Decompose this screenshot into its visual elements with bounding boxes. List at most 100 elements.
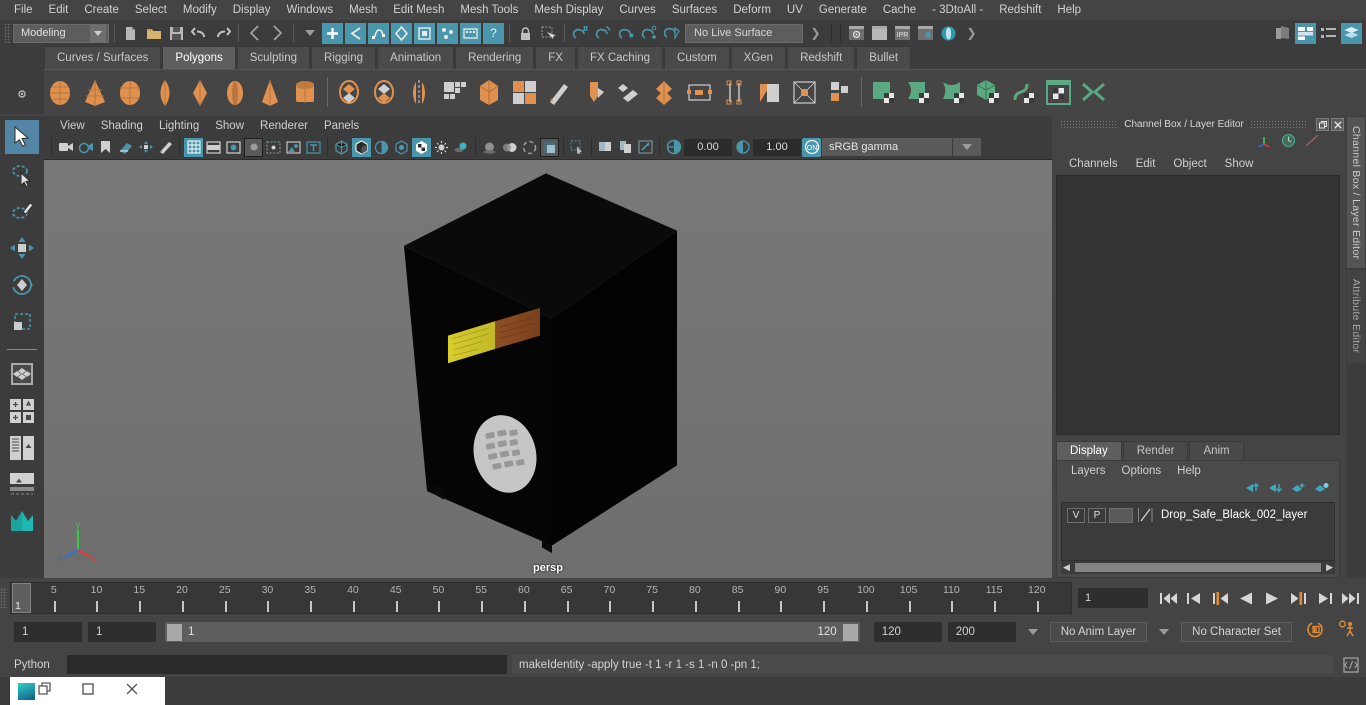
layer-list-item[interactable]: V P Drop_Safe_Black_002_layer bbox=[1062, 506, 1334, 524]
menu-item-surfaces[interactable]: Surfaces bbox=[664, 2, 725, 18]
poly-cylinder-icon[interactable] bbox=[149, 76, 182, 109]
motion-blur-icon[interactable] bbox=[500, 138, 519, 157]
persp-graph-layout-button[interactable] bbox=[5, 468, 39, 502]
poly-transfer-uvs-icon[interactable] bbox=[788, 76, 821, 109]
uv-spherical-map-icon[interactable] bbox=[937, 76, 970, 109]
render-current-frame-icon[interactable] bbox=[846, 23, 867, 44]
scroll-right-icon[interactable]: ▶ bbox=[1324, 562, 1335, 573]
shelf-tab-bullet[interactable]: Bullet bbox=[856, 46, 912, 69]
live-surface-field[interactable]: No Live Surface bbox=[685, 23, 803, 43]
command-input[interactable] bbox=[67, 655, 507, 674]
go-to-start-icon[interactable] bbox=[1158, 588, 1178, 608]
menu-item-deform[interactable]: Deform bbox=[725, 2, 779, 18]
channel-box-toggle-icon[interactable] bbox=[1341, 22, 1362, 44]
menu-item-help[interactable]: Help bbox=[1049, 2, 1089, 18]
uv-planar-map-icon[interactable] bbox=[867, 76, 900, 109]
layer-menu-help[interactable]: Help bbox=[1169, 464, 1209, 478]
poly-cube-icon[interactable] bbox=[114, 76, 147, 109]
uv-cylindrical-map-icon[interactable] bbox=[902, 76, 935, 109]
shelf-tab-redshift[interactable]: Redshift bbox=[787, 46, 856, 69]
shelf-tab-xgen[interactable]: XGen bbox=[730, 46, 787, 69]
play-forwards-icon[interactable] bbox=[1262, 588, 1282, 608]
script-editor-icon[interactable] bbox=[1342, 656, 1360, 674]
vertical-tab-attribute-editor[interactable]: Attribute Editor bbox=[1346, 269, 1366, 364]
poly-quad-draw-icon[interactable] bbox=[823, 76, 856, 109]
isolate-select-icon[interactable] bbox=[540, 137, 559, 157]
viewport-menu-panels[interactable]: Panels bbox=[316, 119, 367, 133]
image-plane-icon[interactable] bbox=[116, 138, 135, 157]
xray-icon[interactable] bbox=[568, 138, 587, 157]
menu-item-edit[interactable]: Edit bbox=[41, 2, 77, 18]
range-start-handle[interactable] bbox=[167, 623, 182, 641]
shelf-tab-rendering[interactable]: Rendering bbox=[455, 46, 535, 69]
menu-item-create[interactable]: Create bbox=[76, 2, 127, 18]
menu-item-file[interactable]: File bbox=[6, 2, 41, 18]
layer-tab-render[interactable]: Render bbox=[1122, 441, 1189, 460]
auto-keyframe-icon[interactable] bbox=[1306, 620, 1326, 644]
poly-mirror-icon[interactable] bbox=[403, 76, 436, 109]
shelf-tab-custom[interactable]: Custom bbox=[664, 46, 730, 69]
gate-mask-icon[interactable] bbox=[244, 137, 263, 157]
close-icon[interactable] bbox=[1331, 118, 1345, 131]
multisample-icon[interactable] bbox=[520, 138, 539, 157]
shelf-tab-rigging[interactable]: Rigging bbox=[311, 46, 377, 69]
smooth-shade-icon[interactable] bbox=[352, 137, 371, 157]
grid-toggle-icon[interactable] bbox=[184, 137, 203, 157]
move-layer-up-icon[interactable] bbox=[1244, 481, 1260, 499]
panel-grip-right[interactable] bbox=[1249, 119, 1309, 130]
poly-reduce-icon[interactable] bbox=[508, 76, 541, 109]
chevron-down-icon[interactable] bbox=[953, 138, 981, 156]
use-default-material-icon[interactable] bbox=[412, 137, 431, 157]
select-deformations-icon[interactable] bbox=[414, 22, 435, 44]
animation-preferences-icon[interactable] bbox=[1338, 620, 1358, 644]
new-layer-from-selected-icon[interactable] bbox=[1313, 481, 1329, 499]
shelf-tab-fx[interactable]: FX bbox=[535, 46, 576, 69]
ambient-occlusion-icon[interactable] bbox=[480, 138, 499, 157]
single-perspective-layout-button[interactable] bbox=[5, 357, 39, 391]
menu-item-redshift[interactable]: Redshift bbox=[991, 2, 1049, 18]
new-scene-icon[interactable] bbox=[120, 23, 141, 44]
menu-item-3dtoall[interactable]: - 3DtoAll - bbox=[924, 2, 991, 18]
menuset-selector[interactable]: Modeling bbox=[13, 23, 109, 43]
uv-unfold-icon[interactable] bbox=[1007, 76, 1040, 109]
channel-box-menu-object[interactable]: Object bbox=[1164, 157, 1215, 171]
maximize-window-icon[interactable] bbox=[81, 682, 95, 701]
poly-multicut-icon[interactable] bbox=[543, 76, 576, 109]
playback-end-time-field[interactable]: 120 bbox=[873, 622, 942, 642]
two-d-pan-zoom-icon[interactable] bbox=[136, 138, 155, 157]
status-line-grip[interactable] bbox=[4, 23, 11, 43]
shelf-tab-fx-caching[interactable]: FX Caching bbox=[576, 46, 664, 69]
shaded-wireframe-icon[interactable] bbox=[372, 138, 391, 157]
snap-view-plane-icon[interactable] bbox=[662, 23, 683, 44]
layer-list-horizontal-scrollbar[interactable]: ◀ ▶ bbox=[1061, 561, 1335, 574]
menu-item-windows[interactable]: Windows bbox=[278, 2, 341, 18]
layer-tab-anim[interactable]: Anim bbox=[1189, 441, 1244, 460]
menu-item-curves[interactable]: Curves bbox=[611, 2, 663, 18]
poly-smooth-icon[interactable] bbox=[438, 76, 471, 109]
command-language-label[interactable]: Python bbox=[14, 659, 62, 671]
play-backwards-icon[interactable] bbox=[1236, 588, 1256, 608]
restore-icon[interactable] bbox=[1316, 118, 1330, 131]
current-time-indicator[interactable]: 1 bbox=[12, 583, 31, 613]
uv-layout-icon[interactable] bbox=[1077, 76, 1110, 109]
select-by-object-icon[interactable] bbox=[267, 23, 288, 44]
axis-gizmo-icon[interactable] bbox=[1256, 134, 1273, 153]
poly-merge-icon[interactable] bbox=[648, 76, 681, 109]
menu-item-display[interactable]: Display bbox=[225, 2, 279, 18]
time-slider[interactable]: 1 5 10 15 20 25 30 35 40 45 50 55 60 65 70 75 80 85 90 95 1… bbox=[10, 582, 1072, 614]
close-window-icon[interactable] bbox=[125, 682, 139, 701]
poly-plane-icon[interactable] bbox=[184, 76, 217, 109]
gamma-value-field[interactable]: 1.00 bbox=[753, 138, 801, 156]
menu-item-uv[interactable]: UV bbox=[779, 2, 811, 18]
menu-item-mesh-display[interactable]: Mesh Display bbox=[526, 2, 611, 18]
menu-item-cache[interactable]: Cache bbox=[875, 2, 924, 18]
uv-editor-icon[interactable] bbox=[1042, 76, 1075, 109]
layer-name-label[interactable]: Drop_Safe_Black_002_layer bbox=[1161, 509, 1307, 521]
poly-pipe-icon[interactable] bbox=[289, 76, 322, 109]
attribute-editor-toggle-icon[interactable] bbox=[1295, 22, 1316, 44]
exposure-value-field[interactable]: 0.00 bbox=[684, 138, 732, 156]
render-sequence-icon[interactable] bbox=[869, 23, 890, 44]
lock-icon[interactable] bbox=[515, 23, 536, 44]
animation-end-time-field[interactable]: 200 bbox=[947, 622, 1016, 642]
menu-item-generate[interactable]: Generate bbox=[811, 2, 875, 18]
